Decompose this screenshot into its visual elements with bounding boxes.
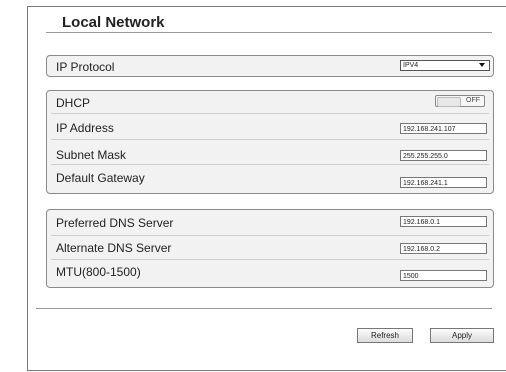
refresh-button[interactable]: Refresh (357, 328, 413, 343)
ip-address-label: IP Address (56, 121, 114, 135)
title-divider (46, 32, 492, 33)
row-divider (51, 164, 489, 165)
ip-protocol-label: IP Protocol (56, 60, 115, 74)
apply-button[interactable]: Apply (430, 328, 494, 343)
chevron-down-icon (479, 63, 485, 67)
footer-divider (36, 308, 492, 309)
ip-protocol-section: IP Protocol IPV4 (46, 55, 494, 77)
ip-address-field[interactable]: 192.168.241.107 (400, 123, 487, 134)
ipv4-section: DHCP OFF IP Address 192.168.241.107 Subn… (46, 90, 494, 194)
page-title: Local Network (62, 14, 165, 31)
subnet-mask-label: Subnet Mask (56, 148, 127, 162)
mtu-field[interactable]: 1500 (400, 270, 487, 281)
default-gateway-field[interactable]: 192.168.241.1 (400, 177, 487, 188)
subnet-mask-field[interactable]: 255.255.255.0 (400, 150, 487, 161)
row-divider (51, 139, 489, 140)
ip-protocol-value: IPV4 (403, 62, 419, 69)
row-divider (51, 259, 489, 260)
dhcp-label: DHCP (56, 96, 91, 110)
dns-section: Preferred DNS Server 192.168.0.1 Alterna… (46, 209, 494, 288)
dhcp-toggle[interactable]: OFF (435, 95, 485, 107)
alternate-dns-label: Alternate DNS Server (56, 241, 172, 255)
default-gateway-label: Default Gateway (56, 171, 145, 185)
row-divider (51, 235, 489, 236)
preferred-dns-label: Preferred DNS Server (56, 216, 174, 230)
toggle-knob (437, 97, 461, 107)
ip-protocol-select[interactable]: IPV4 (400, 60, 490, 71)
preferred-dns-field[interactable]: 192.168.0.1 (400, 216, 487, 227)
row-divider (51, 113, 489, 114)
mtu-label: MTU(800-1500) (56, 265, 141, 279)
dhcp-toggle-state: OFF (466, 97, 480, 104)
alternate-dns-field[interactable]: 192.168.0.2 (400, 243, 487, 254)
